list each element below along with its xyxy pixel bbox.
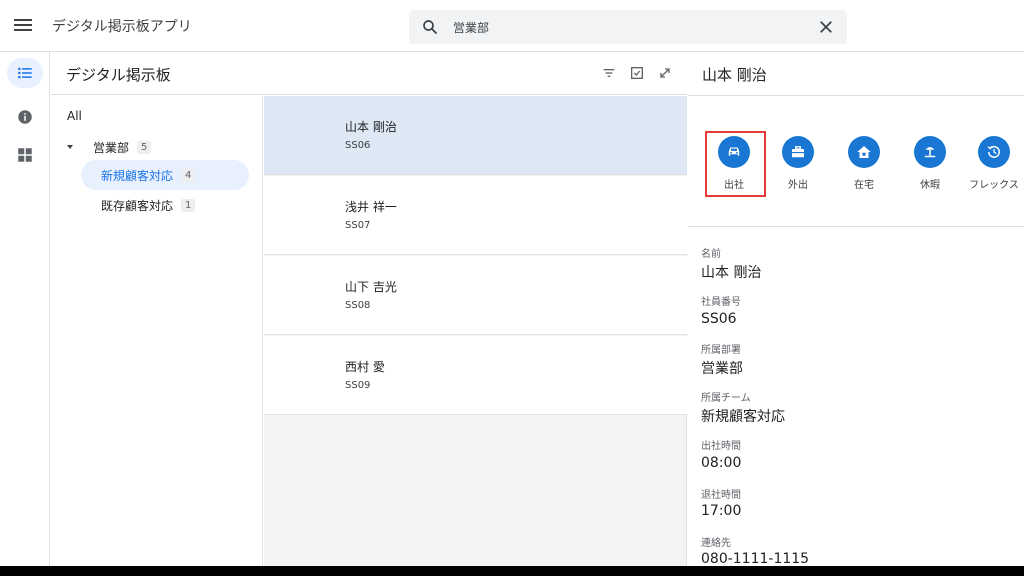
- dashboard-icon[interactable]: [7, 140, 43, 170]
- tree-item-all[interactable]: All: [67, 109, 82, 123]
- member-list: 山本 剛治 SS06 浅井 祥一 SS07 山下 吉光 SS08 西村 愛 SS…: [264, 96, 687, 566]
- status-button-flex[interactable]: フレックス: [964, 136, 1024, 196]
- field-value-name: 山本 剛治: [701, 265, 762, 281]
- caret-down-icon[interactable]: [67, 145, 73, 149]
- field-value-contact: 080-1111-1115: [701, 551, 810, 566]
- department-tree: All 営業部 5 新規顧客対応 4 既存顧客対応 1: [51, 96, 263, 566]
- member-name: 山下 吉光: [345, 280, 397, 294]
- close-icon[interactable]: [817, 18, 835, 36]
- field-label-start-time: 出社時間: [701, 441, 741, 452]
- status-button-office[interactable]: 出社: [704, 136, 764, 196]
- list-view-icon[interactable]: [7, 58, 43, 88]
- field-label-contact: 連絡先: [701, 538, 731, 549]
- status-selector: 出社 外出 在宅 休暇 フレックス: [688, 96, 1024, 227]
- count-badge: 4: [181, 168, 196, 182]
- field-label-name: 名前: [701, 249, 721, 260]
- status-label: 休暇: [920, 180, 940, 191]
- status-button-out[interactable]: 外出: [768, 136, 828, 196]
- member-code: SS06: [345, 140, 371, 151]
- history-icon: [978, 136, 1010, 168]
- navigation-rail: [0, 52, 50, 566]
- app-window: デジタル掲示板アプリ デジタル掲示板 All 営業部 5: [0, 0, 1024, 566]
- status-button-vacation[interactable]: 休暇: [900, 136, 960, 196]
- field-label-employee-id: 社員番号: [701, 297, 741, 308]
- status-button-home[interactable]: 在宅: [834, 136, 894, 196]
- detail-title: 山本 剛治: [702, 66, 767, 84]
- list-item[interactable]: 山本 剛治 SS06: [264, 96, 687, 175]
- field-value-department: 営業部: [701, 361, 743, 377]
- search-input[interactable]: [453, 10, 813, 44]
- menu-icon[interactable]: [14, 16, 34, 36]
- tree-item-label: 既存顧客対応: [101, 198, 174, 213]
- field-label-end-time: 退社時間: [701, 490, 741, 501]
- expand-icon[interactable]: [657, 65, 673, 81]
- briefcase-icon: [782, 136, 814, 168]
- status-label: フレックス: [969, 180, 1019, 191]
- home-icon: [848, 136, 880, 168]
- search-icon[interactable]: [421, 18, 439, 36]
- member-detail: 山本 剛治 出社 外出 在宅 休暇 フレックス 名前 山本 剛治 社員番号 SS…: [688, 52, 1024, 566]
- app-title: デジタル掲示板アプリ: [52, 19, 192, 35]
- member-name: 西村 愛: [345, 360, 385, 374]
- tree-item-new-customers[interactable]: 新規顧客対応 4: [81, 160, 249, 190]
- field-value-end-time: 17:00: [701, 503, 742, 519]
- member-code: SS09: [345, 380, 371, 391]
- top-app-bar: デジタル掲示板アプリ: [0, 0, 1024, 52]
- list-item[interactable]: 浅井 祥一 SS07: [264, 176, 687, 255]
- count-badge: 5: [137, 140, 152, 154]
- system-bar: [0, 566, 1024, 576]
- tree-group-label: 営業部: [93, 140, 130, 155]
- field-value-team: 新規顧客対応: [701, 409, 785, 425]
- tree-group-sales[interactable]: 営業部 5: [67, 137, 152, 157]
- board-title: デジタル掲示板: [66, 66, 171, 84]
- member-code: SS07: [345, 220, 371, 231]
- tree-item-label: 新規顧客対応: [101, 168, 174, 183]
- status-label: 在宅: [854, 180, 874, 191]
- tree-item-existing-customers[interactable]: 既存顧客対応 1: [81, 190, 249, 220]
- info-icon[interactable]: [7, 102, 43, 132]
- status-label: 出社: [724, 180, 744, 191]
- car-icon: [718, 136, 750, 168]
- count-badge: 1: [181, 198, 196, 212]
- list-item[interactable]: 山下 吉光 SS08: [264, 256, 687, 335]
- search-bar: [409, 10, 847, 44]
- beach-icon: [914, 136, 946, 168]
- board-header: デジタル掲示板: [51, 52, 687, 95]
- member-code: SS08: [345, 300, 371, 311]
- list-item[interactable]: 西村 愛 SS09: [264, 336, 687, 415]
- checkbox-icon[interactable]: [629, 65, 645, 81]
- field-label-department: 所属部署: [701, 345, 741, 356]
- field-label-team: 所属チーム: [701, 393, 751, 404]
- member-name: 山本 剛治: [345, 120, 397, 134]
- field-value-start-time: 08:00: [701, 455, 742, 471]
- field-value-employee-id: SS06: [701, 311, 737, 327]
- status-label: 外出: [788, 180, 808, 191]
- filter-icon[interactable]: [601, 65, 617, 81]
- member-name: 浅井 祥一: [345, 200, 397, 214]
